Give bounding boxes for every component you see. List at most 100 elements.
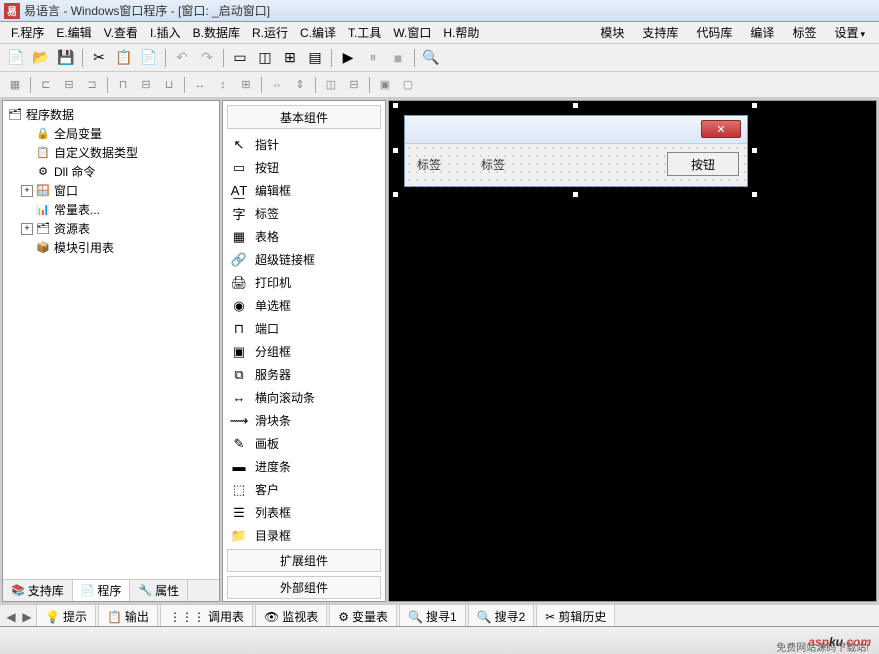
menu-label[interactable]: 标签 — [784, 22, 824, 43]
comp-label[interactable]: 字标签 — [223, 202, 385, 225]
panel-external[interactable]: 外部组件 — [227, 576, 381, 599]
align-top[interactable]: ⊓ — [112, 75, 134, 95]
layout2-button[interactable]: ◫ — [253, 47, 277, 69]
menu-program[interactable]: F.程序 — [6, 22, 49, 43]
undo-button[interactable]: ↶ — [170, 47, 194, 69]
handle-e[interactable] — [751, 147, 758, 154]
expand-icon[interactable]: + — [21, 223, 33, 235]
space-h[interactable]: ⇔ — [266, 75, 288, 95]
run-button[interactable]: ▶ — [336, 47, 360, 69]
design-button-1[interactable]: 按钮 — [667, 152, 739, 176]
comp-groupbox[interactable]: ▣分组框 — [223, 340, 385, 363]
tab-support[interactable]: 📚支持库 — [3, 580, 73, 601]
save-button[interactable]: 💾 — [54, 47, 78, 69]
center-v[interactable]: ⊟ — [343, 75, 365, 95]
design-close-button[interactable]: ✕ — [701, 120, 741, 138]
tree-global-vars[interactable]: 🔒 全局变量 — [5, 124, 217, 143]
comp-editbox[interactable]: A͟T编辑框 — [223, 179, 385, 202]
comp-client[interactable]: ⬚客户 — [223, 478, 385, 501]
menu-insert[interactable]: I.插入 — [145, 22, 186, 43]
design-label-2[interactable]: 标签 — [481, 156, 505, 173]
comp-button[interactable]: ▭按钮 — [223, 156, 385, 179]
cut-button[interactable]: ✂ — [87, 47, 111, 69]
menu-module[interactable]: 模块 — [592, 22, 632, 43]
layout3-button[interactable]: ⊞ — [278, 47, 302, 69]
menu-view[interactable]: V.查看 — [99, 22, 143, 43]
handle-s[interactable] — [572, 191, 579, 198]
align-middle[interactable]: ⊟ — [135, 75, 157, 95]
find-button[interactable]: 🔍 — [419, 47, 443, 69]
align-center-h[interactable]: ⊟ — [58, 75, 80, 95]
comp-dirbox[interactable]: 📁目录框 — [223, 524, 385, 547]
center-h[interactable]: ◫ — [320, 75, 342, 95]
layout1-button[interactable]: ▭ — [228, 47, 252, 69]
space-v[interactable]: ⇕ — [289, 75, 311, 95]
comp-canvas[interactable]: ✎画板 — [223, 432, 385, 455]
handle-sw[interactable] — [392, 191, 399, 198]
comp-progress[interactable]: ▬进度条 — [223, 455, 385, 478]
align-right[interactable]: ⊐ — [81, 75, 103, 95]
comp-table[interactable]: ▦表格 — [223, 225, 385, 248]
comp-pointer[interactable]: ↖指针 — [223, 133, 385, 156]
handle-n[interactable] — [572, 102, 579, 109]
menu-support[interactable]: 支持库 — [634, 22, 686, 43]
tree-const[interactable]: 📊 常量表... — [5, 200, 217, 219]
menu-help[interactable]: H.帮助 — [438, 22, 484, 43]
bring-front[interactable]: ▣ — [374, 75, 396, 95]
align-bottom[interactable]: ⊔ — [158, 75, 180, 95]
menu-codelib[interactable]: 代码库 — [688, 22, 740, 43]
tree-dll[interactable]: ⚙ Dll 命令 — [5, 162, 217, 181]
tree-resources[interactable]: +🗂 资源表 — [5, 219, 217, 238]
comp-listbox[interactable]: ☰列表框 — [223, 501, 385, 524]
expand-icon[interactable]: + — [21, 185, 33, 197]
comp-hyperlink[interactable]: 🔗超级链接框 — [223, 248, 385, 271]
handle-w[interactable] — [392, 147, 399, 154]
same-size[interactable]: ⊞ — [235, 75, 257, 95]
menu-database[interactable]: B.数据库 — [188, 22, 245, 43]
menu-run[interactable]: R.运行 — [247, 22, 293, 43]
new-button[interactable]: 📄 — [4, 47, 28, 69]
design-canvas[interactable]: ✕ 标签 标签 按钮 — [388, 100, 877, 602]
paste-button[interactable]: 📄 — [137, 47, 161, 69]
handle-ne[interactable] — [751, 102, 758, 109]
comp-port[interactable]: ⊓端口 — [223, 317, 385, 340]
same-height[interactable]: ↕ — [212, 75, 234, 95]
panel-extended[interactable]: 扩展组件 — [227, 549, 381, 572]
comp-slider[interactable]: ⟿滑块条 — [223, 409, 385, 432]
menu-settings[interactable]: 设置 — [826, 22, 873, 43]
comp-server[interactable]: ⧉服务器 — [223, 363, 385, 386]
tab-program[interactable]: 📄程序 — [73, 580, 131, 601]
tree-window[interactable]: +🪟 窗口 — [5, 181, 217, 200]
design-window[interactable]: ✕ 标签 标签 按钮 — [404, 115, 748, 187]
comp-radio[interactable]: ◉单选框 — [223, 294, 385, 317]
nav-next[interactable]: ▶ — [20, 610, 34, 624]
design-body[interactable]: 标签 标签 按钮 — [405, 144, 747, 188]
open-button[interactable]: 📂 — [29, 47, 53, 69]
align-left[interactable]: ⊏ — [35, 75, 57, 95]
menu-window[interactable]: W.窗口 — [388, 22, 436, 43]
nav-prev[interactable]: ◀ — [4, 610, 18, 624]
stop-button[interactable]: ■ — [386, 47, 410, 69]
tree-root[interactable]: 🗂 程序数据 — [5, 105, 217, 124]
align1[interactable]: ▦ — [4, 75, 26, 95]
send-back[interactable]: ▢ — [397, 75, 419, 95]
tab-props[interactable]: 🔧属性 — [130, 580, 188, 601]
menu-compile[interactable]: C.编译 — [295, 22, 341, 43]
same-width[interactable]: ↔ — [189, 75, 211, 95]
layout4-button[interactable]: ▤ — [303, 47, 327, 69]
design-titlebar[interactable]: ✕ — [405, 116, 747, 144]
comp-hscroll[interactable]: ↔横向滚动条 — [223, 386, 385, 409]
copy-button[interactable]: 📋 — [112, 47, 136, 69]
pause-button[interactable]: ⏸ — [361, 47, 385, 69]
redo-button[interactable]: ↷ — [195, 47, 219, 69]
menu-build[interactable]: 编译 — [742, 22, 782, 43]
design-label-1[interactable]: 标签 — [417, 156, 441, 173]
tree-modules[interactable]: 📦 模块引用表 — [5, 238, 217, 257]
panel-header-basic[interactable]: 基本组件 — [227, 105, 381, 129]
handle-se[interactable] — [751, 191, 758, 198]
menu-tools[interactable]: T.工具 — [343, 22, 386, 43]
tree-custom-types[interactable]: 📋 自定义数据类型 — [5, 143, 217, 162]
comp-printer[interactable]: 🖨打印机 — [223, 271, 385, 294]
menu-edit[interactable]: E.编辑 — [51, 22, 96, 43]
handle-nw[interactable] — [392, 102, 399, 109]
